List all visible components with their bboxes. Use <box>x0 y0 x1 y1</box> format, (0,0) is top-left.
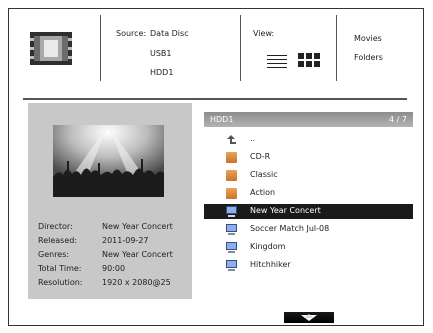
list-item-label: CD-R <box>250 152 271 161</box>
info-key: Genres: <box>38 250 70 259</box>
source-hdd1[interactable]: HDD1 <box>150 68 173 77</box>
path-bar: HDD1 4 / 7 <box>204 112 413 127</box>
list-item-label: Classic <box>250 170 278 179</box>
up-arrow-icon <box>227 135 236 144</box>
item-position: 4 / 7 <box>389 115 407 124</box>
source-label: Source: <box>116 29 147 38</box>
header-separator <box>23 98 407 100</box>
view-label: View: <box>253 29 275 38</box>
video-file-icon <box>226 206 237 217</box>
folder-icon <box>226 170 237 181</box>
media-browser-window: Source: Data Disc USB1 HDD1 View: Movies… <box>8 8 424 326</box>
header-divider <box>336 15 337 81</box>
filter-movies[interactable]: Movies <box>354 34 382 43</box>
info-value: 2011-09-27 <box>102 236 149 245</box>
list-item-parent[interactable]: .. <box>204 132 413 147</box>
info-key: Resolution: <box>38 278 83 287</box>
list-item-folder[interactable]: CD-R <box>204 150 413 165</box>
list-item-folder[interactable]: Classic <box>204 168 413 183</box>
info-value: 1920 x 2080@25 <box>102 278 171 287</box>
source-usb1[interactable]: USB1 <box>150 49 172 58</box>
info-key: Released: <box>38 236 78 245</box>
header-divider <box>240 15 241 81</box>
top-header: Source: Data Disc USB1 HDD1 View: Movies… <box>9 9 423 89</box>
header-divider <box>100 15 101 81</box>
info-value: 90:00 <box>102 264 126 273</box>
list-item-label: Hitchhiker <box>250 260 291 269</box>
details-panel: Director: New Year Concert Released: 201… <box>28 103 192 299</box>
info-value: New Year Concert <box>102 222 173 231</box>
info-key: Director: <box>38 222 73 231</box>
grid-view-icon[interactable] <box>298 52 320 68</box>
folder-icon <box>226 152 237 163</box>
list-view-icon[interactable] <box>267 54 287 70</box>
list-item-label: Action <box>250 188 276 197</box>
list-item-video-selected[interactable]: New Year Concert <box>204 204 413 219</box>
folder-icon <box>226 188 237 199</box>
page-scroll-arrows-icon[interactable] <box>284 312 334 323</box>
list-item-label: Soccer Match Jul-08 <box>250 224 330 233</box>
filter-folders[interactable]: Folders <box>354 53 383 62</box>
film-reel-icon <box>30 32 72 65</box>
list-item-label: New Year Concert <box>250 206 321 215</box>
video-file-icon <box>226 224 237 235</box>
info-value: New Year Concert <box>102 250 173 259</box>
list-item-label: .. <box>250 134 256 143</box>
info-key: Total Time: <box>38 264 82 273</box>
concert-thumbnail <box>53 125 164 197</box>
list-item-folder[interactable]: Action <box>204 186 413 201</box>
source-data-disc[interactable]: Data Disc <box>150 29 189 38</box>
current-path: HDD1 <box>210 115 234 124</box>
list-item-label: Kingdom <box>250 242 286 251</box>
list-item-video[interactable]: Kingdom <box>204 240 413 255</box>
video-file-icon <box>226 242 237 253</box>
list-item-video[interactable]: Soccer Match Jul-08 <box>204 222 413 237</box>
list-item-video[interactable]: Hitchhiker <box>204 258 413 273</box>
video-file-icon <box>226 260 237 271</box>
